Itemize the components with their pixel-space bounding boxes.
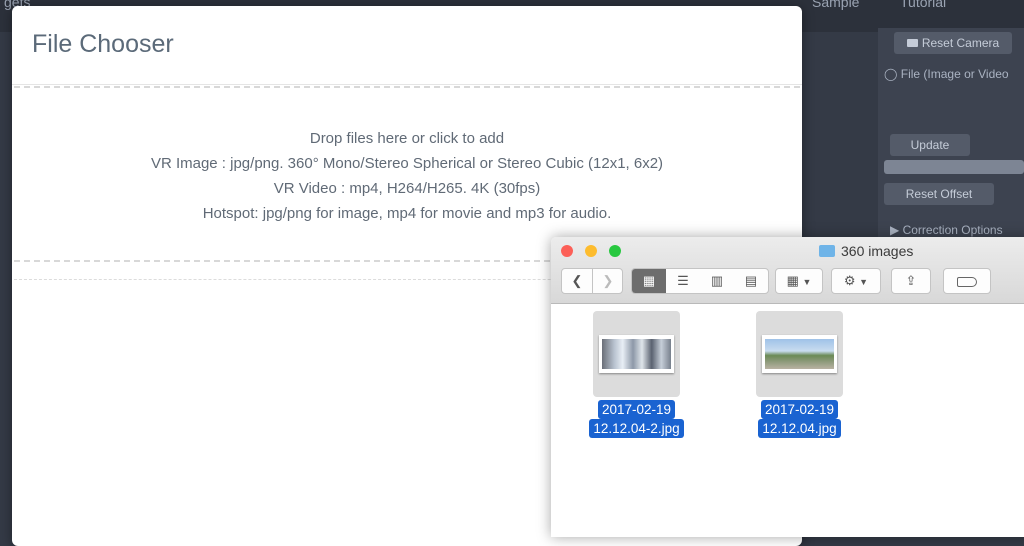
finder-title: 360 images	[819, 243, 913, 259]
arrange-menu-button[interactable]: ▦ ▼	[775, 268, 823, 294]
file-name-line: 12.12.04-2.jpg	[589, 419, 684, 438]
grid-icon: ▦	[642, 273, 656, 288]
file-name-line: 2017-02-19	[760, 400, 839, 419]
back-button[interactable]: ❮	[562, 269, 593, 293]
chevron-right-icon: ❯	[602, 273, 614, 288]
hotspot-hint: Hotspot: jpg/png for image, mp4 for movi…	[202, 205, 612, 222]
column-view-button[interactable]: ▥	[700, 269, 734, 293]
file-dropzone[interactable]: Drop files here or click to add VR Image…	[14, 86, 800, 262]
gear-icon: ⚙	[843, 273, 856, 288]
vr-video-hint: VR Video : mp4, H264/H265. 4K (30fps)	[273, 180, 541, 197]
action-menu-button[interactable]: ⚙ ▼	[831, 268, 881, 294]
file-thumbnail-2[interactable]	[756, 311, 843, 397]
minimize-window-button[interactable]	[585, 245, 597, 257]
file-thumbnail-1[interactable]	[593, 311, 680, 397]
finder-toolbar: 360 images ❮ ❯ ▦ ☰ ▥ ▤ ▦ ▼ ⚙ ▼ ⇪	[551, 237, 1024, 304]
reset-camera-label: Reset Camera	[921, 36, 1000, 50]
back-forward-control: ❮ ❯	[561, 268, 623, 294]
update-button[interactable]: Update	[890, 134, 970, 156]
cover-flow-button[interactable]: ▤	[734, 269, 768, 293]
tags-button[interactable]	[943, 268, 991, 294]
cover-flow-icon: ▤	[744, 273, 758, 288]
forward-button[interactable]: ❯	[593, 269, 623, 293]
progress-bar	[884, 160, 1024, 174]
tag-icon	[957, 276, 977, 287]
arrange-grid-icon: ▦	[786, 273, 799, 288]
file-label: ◯ File (Image or Video	[884, 67, 1009, 81]
image-thumbnail	[762, 335, 837, 373]
finder-window: 360 images ❮ ❯ ▦ ☰ ▥ ▤ ▦ ▼ ⚙ ▼ ⇪ 2017-02…	[551, 237, 1024, 537]
icon-view-button[interactable]: ▦	[632, 269, 666, 293]
image-thumbnail	[599, 335, 674, 373]
file-name-line: 2017-02-19	[597, 400, 676, 419]
reset-camera-button[interactable]: Reset Camera	[894, 32, 1012, 54]
columns-icon: ▥	[710, 273, 724, 288]
modal-title: File Chooser	[32, 30, 174, 58]
file-name-line: 12.12.04.jpg	[758, 419, 841, 438]
share-icon: ⇪	[905, 273, 917, 288]
correction-options-toggle[interactable]: ▶ Correction Options	[890, 223, 1003, 237]
list-icon: ☰	[677, 273, 689, 288]
list-view-button[interactable]: ☰	[666, 269, 700, 293]
file-name-1[interactable]: 2017-02-19 12.12.04-2.jpg	[581, 400, 692, 438]
share-button[interactable]: ⇪	[891, 268, 931, 294]
view-mode-control: ▦ ☰ ▥ ▤	[631, 268, 769, 294]
modal-header-divider	[12, 84, 802, 85]
chevron-down-icon: ▼	[802, 277, 812, 287]
video-camera-icon	[906, 39, 918, 47]
dropzone-instruction: Drop files here or click to add	[309, 130, 505, 147]
chevron-down-icon: ▼	[859, 277, 869, 287]
file-name-2[interactable]: 2017-02-19 12.12.04.jpg	[744, 400, 855, 438]
folder-icon	[819, 245, 835, 257]
nav-item-sample[interactable]: Sample	[812, 0, 859, 10]
chevron-left-icon: ❮	[571, 273, 583, 288]
reset-offset-button[interactable]: Reset Offset	[884, 183, 994, 205]
check-circle-icon: ◯	[884, 67, 901, 81]
close-window-button[interactable]	[561, 245, 573, 257]
nav-item-tutorial[interactable]: Tutorial	[900, 0, 946, 10]
zoom-window-button[interactable]	[609, 245, 621, 257]
vr-image-hint: VR Image : jpg/png. 360° Mono/Stereo Sph…	[150, 155, 664, 172]
